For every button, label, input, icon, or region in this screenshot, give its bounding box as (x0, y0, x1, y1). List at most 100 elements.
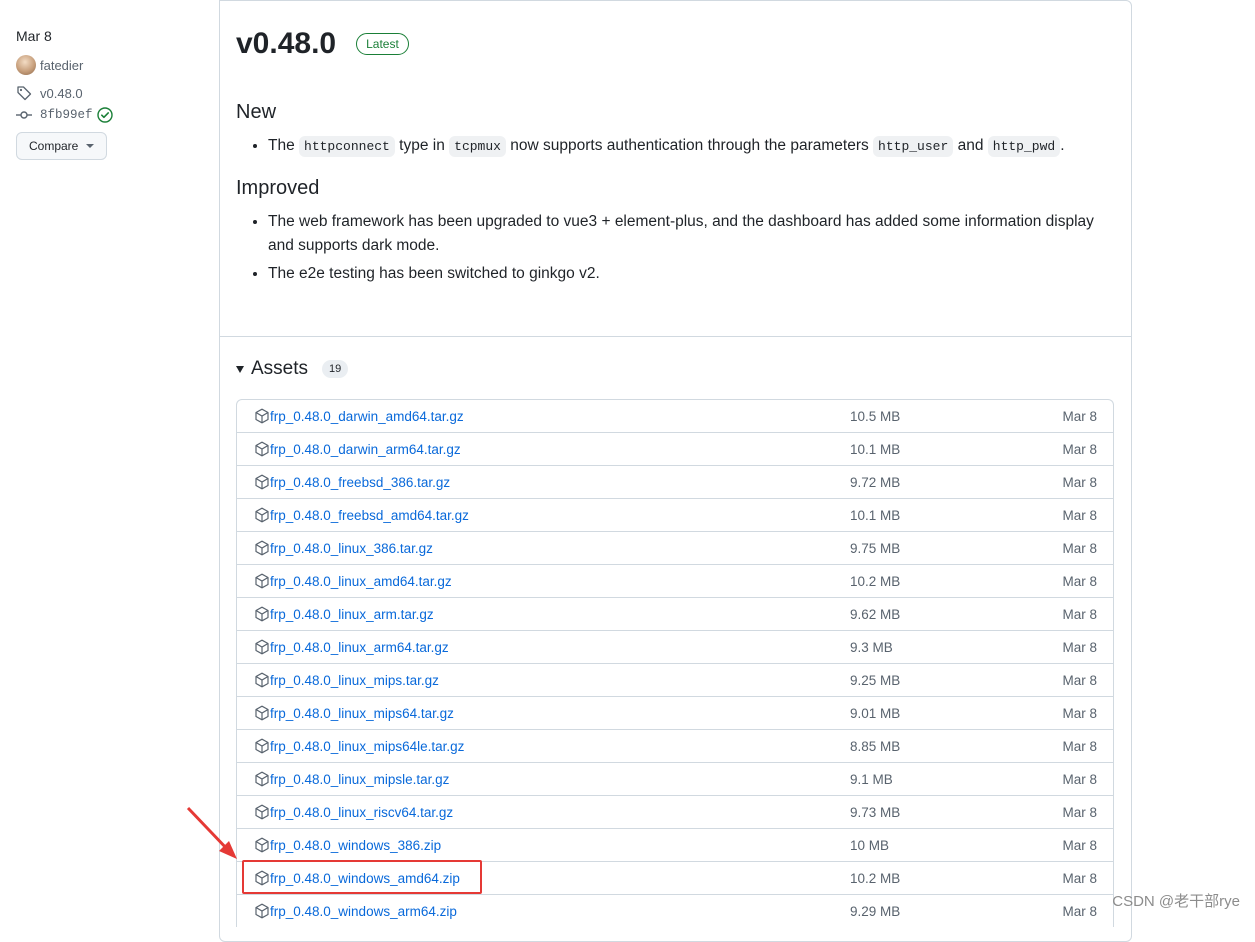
commit-row[interactable]: 8fb99ef (16, 106, 206, 124)
asset-row[interactable]: frp_0.48.0_windows_386.zip 10 MB Mar 8 (237, 828, 1113, 861)
release-card: v0.48.0 Latest New The httpconnect type … (219, 0, 1132, 942)
asset-size: 9.01 MB (850, 705, 901, 721)
asset-row[interactable]: frp_0.48.0_linux_amd64.tar.gz 10.2 MB Mar … (237, 564, 1113, 597)
package-icon (254, 441, 270, 457)
note-text: and (957, 137, 984, 154)
asset-row[interactable]: frp_0.48.0_linux_arm64.tar.gz 9.3 MB Mar 8 (237, 630, 1113, 663)
asset-row[interactable]: frp_0.48.0_windows_arm64.zip 9.29 MB Mar 8 (237, 894, 1113, 927)
asset-date: Mar 8 (1062, 408, 1097, 424)
asset-size: 9.73 MB (850, 804, 901, 820)
package-icon (254, 771, 270, 787)
asset-link[interactable]: frp_0.48.0_freebsd_amd64.tar.gz (270, 508, 850, 523)
asset-date: Mar 8 (1062, 540, 1097, 556)
improved-list: The web framework has been upgraded to v… (236, 210, 1115, 286)
package-icon (254, 507, 270, 523)
release-sidebar: Mar 8 fatedier v0.48.0 8fb99ef Compare (16, 26, 206, 160)
asset-row[interactable]: frp_0.48.0_darwin_arm64.tar.gz 10.1 MB Mar… (237, 432, 1113, 465)
package-icon (254, 639, 270, 655)
asset-link[interactable]: frp_0.48.0_windows_386.zip (270, 838, 850, 853)
package-icon (254, 573, 270, 589)
note-text: now supports authentication through the … (510, 137, 869, 154)
asset-date: Mar 8 (1062, 672, 1097, 688)
asset-link[interactable]: frp_0.48.0_windows_amd64.zip (270, 871, 850, 886)
package-icon (254, 738, 270, 754)
asset-size: 10.5 MB (850, 408, 901, 424)
author-row[interactable]: fatedier (16, 55, 206, 75)
section-heading-improved: Improved (236, 177, 320, 199)
asset-size: 9.25 MB (850, 672, 901, 688)
asset-link[interactable]: frp_0.48.0_linux_arm64.tar.gz (270, 640, 850, 655)
tag-name[interactable]: v0.48.0 (40, 86, 83, 101)
asset-date: Mar 8 (1062, 738, 1097, 754)
package-icon (254, 540, 270, 556)
inline-code: tcpmux (449, 136, 506, 157)
assets-count-badge: 19 (322, 360, 349, 378)
asset-row[interactable]: frp_0.48.0_darwin_amd64.tar.gz 10.5 MB Mar… (237, 400, 1113, 432)
asset-size: 10.2 MB (850, 870, 901, 886)
list-item: The web framework has been upgraded to v… (268, 210, 1115, 258)
assets-toggle[interactable]: Assets 19 (236, 358, 349, 380)
watermark: CSDN @老干部rye (1112, 893, 1240, 910)
asset-size: 9.3 MB (850, 639, 893, 655)
annotation-arrow-icon (186, 806, 237, 859)
release-date: Mar 8 (16, 28, 52, 44)
asset-date: Mar 8 (1062, 837, 1097, 853)
package-icon (254, 804, 270, 820)
package-icon (254, 672, 270, 688)
asset-link[interactable]: frp_0.48.0_darwin_arm64.tar.gz (270, 442, 850, 457)
tag-icon (16, 85, 32, 101)
asset-link[interactable]: frp_0.48.0_freebsd_386.tar.gz (270, 475, 850, 490)
section-heading-new: New (236, 101, 277, 123)
tag-row[interactable]: v0.48.0 (16, 84, 206, 102)
section-divider (220, 336, 1131, 337)
asset-link[interactable]: frp_0.48.0_linux_mips.tar.gz (270, 673, 850, 688)
asset-link[interactable]: frp_0.48.0_linux_mips64le.tar.gz (270, 739, 850, 754)
package-icon (254, 870, 270, 886)
asset-row[interactable]: frp_0.48.0_windows_amd64.zip 10.2 MB Mar 8 (237, 861, 1113, 894)
commit-sha[interactable]: 8fb99ef (40, 108, 93, 122)
asset-row[interactable]: frp_0.48.0_linux_mips64.tar.gz 9.01 MB Mar… (237, 696, 1113, 729)
asset-date: Mar 8 (1062, 771, 1097, 787)
asset-row[interactable]: frp_0.48.0_freebsd_amd64.tar.gz 10.1 MB Ma… (237, 498, 1113, 531)
package-icon (254, 837, 270, 853)
asset-link[interactable]: frp_0.48.0_linux_mips64.tar.gz (270, 706, 850, 721)
asset-size: 9.29 MB (850, 903, 901, 919)
assets-list: frp_0.48.0_darwin_amd64.tar.gz 10.5 MB Mar… (236, 399, 1114, 927)
author-name[interactable]: fatedier (40, 58, 83, 73)
asset-row[interactable]: frp_0.48.0_linux_arm.tar.gz 9.62 MB Mar 8 (237, 597, 1113, 630)
inline-code: http_pwd (987, 136, 1061, 157)
asset-size: 9.75 MB (850, 540, 901, 556)
asset-row[interactable]: frp_0.48.0_linux_riscv64.tar.gz 9.73 MB Ma… (237, 795, 1113, 828)
asset-row[interactable]: frp_0.48.0_freebsd_386.tar.gz 9.72 MB Mar … (237, 465, 1113, 498)
asset-link[interactable]: frp_0.48.0_windows_arm64.zip (270, 904, 850, 919)
asset-date: Mar 8 (1062, 606, 1097, 622)
asset-size: 10.1 MB (850, 507, 901, 523)
assets-title[interactable]: Assets (251, 358, 308, 380)
chevron-down-icon (86, 144, 95, 148)
verified-check-icon[interactable] (96, 107, 113, 123)
asset-date: Mar 8 (1062, 639, 1097, 655)
asset-link[interactable]: frp_0.48.0_darwin_amd64.tar.gz (270, 409, 850, 424)
new-list: The httpconnect type in tcpmux now suppo… (236, 134, 1115, 159)
package-icon (254, 408, 270, 424)
asset-link[interactable]: frp_0.48.0_linux_386.tar.gz (270, 541, 850, 556)
asset-link[interactable]: frp_0.48.0_linux_amd64.tar.gz (270, 574, 850, 589)
compare-label: Compare (29, 139, 79, 153)
latest-badge: Latest (356, 33, 409, 55)
compare-button[interactable]: Compare (16, 132, 108, 160)
asset-row[interactable]: frp_0.48.0_linux_386.tar.gz 9.75 MB Mar 8 (237, 531, 1113, 564)
asset-date: Mar 8 (1062, 705, 1097, 721)
author-avatar[interactable] (16, 55, 36, 75)
git-commit-icon (16, 107, 32, 123)
asset-link[interactable]: frp_0.48.0_linux_mipsle.tar.gz (270, 772, 850, 787)
asset-size: 9.62 MB (850, 606, 901, 622)
release-title[interactable]: v0.48.0 (236, 27, 336, 61)
asset-size: 9.72 MB (850, 474, 901, 490)
asset-row[interactable]: frp_0.48.0_linux_mips.tar.gz 9.25 MB Mar 8 (237, 663, 1113, 696)
asset-row[interactable]: frp_0.48.0_linux_mipsle.tar.gz 9.1 MB Mar … (237, 762, 1113, 795)
asset-row[interactable]: frp_0.48.0_linux_mips64le.tar.gz 8.85 MB M… (237, 729, 1113, 762)
asset-link[interactable]: frp_0.48.0_linux_arm.tar.gz (270, 607, 850, 622)
list-item: The e2e testing has been switched to gin… (268, 262, 1115, 286)
asset-link[interactable]: frp_0.48.0_linux_riscv64.tar.gz (270, 805, 850, 820)
note-text: type in (399, 137, 445, 154)
